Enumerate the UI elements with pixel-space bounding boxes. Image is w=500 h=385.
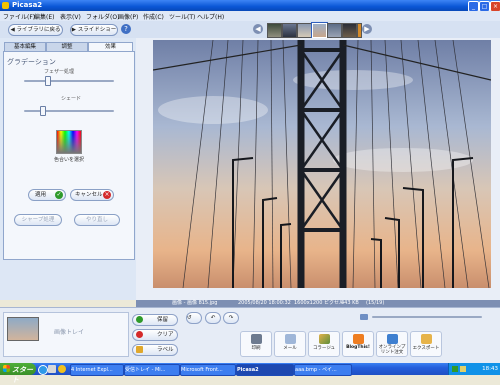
taskbar-item-paint[interactable]: aaa.bmp - ペイ... <box>294 364 352 376</box>
menu-folder[interactable]: フォルダ(O) <box>86 12 119 21</box>
prev-image-icon[interactable]: ◀ <box>253 24 263 34</box>
hold-button[interactable]: 保留 <box>132 314 178 326</box>
bridge-photo <box>153 40 491 288</box>
export-folder-icon <box>420 334 432 344</box>
menu-help[interactable]: ヘルプ(H) <box>197 12 224 21</box>
collage-icon <box>318 334 330 344</box>
help-icon[interactable]: ? <box>121 24 131 34</box>
clear-button[interactable]: クリア <box>132 329 178 341</box>
blogthis-button[interactable]: BlogThis! <box>342 331 374 357</box>
tray-empty-label: 画像トレイ <box>54 329 85 336</box>
color-picker-swatch[interactable] <box>56 130 82 154</box>
cancel-button[interactable]: キャンセル × <box>70 189 114 201</box>
taskbar-item-ie[interactable]: 4 Internet Expl... <box>70 364 124 376</box>
filmstrip-thumbnail[interactable] <box>357 23 362 38</box>
quicklaunch-icon[interactable] <box>48 365 56 373</box>
clock: 18:43 <box>482 366 498 372</box>
picasa-app-icon <box>2 2 9 9</box>
zoom-icon <box>360 314 368 320</box>
menu-tools[interactable]: ツール(T) <box>169 12 195 21</box>
mail-icon <box>284 334 296 344</box>
back-to-library-button[interactable]: ◀ ライブラリに戻る <box>8 24 63 36</box>
shade-slider[interactable] <box>24 110 114 112</box>
taskbar-item-outlook[interactable]: 受信トレイ - Mi... <box>124 364 180 376</box>
start-button[interactable]: スタート <box>0 363 36 384</box>
filmstrip-thumbnail[interactable] <box>267 23 282 38</box>
windows-logo-icon <box>3 365 10 372</box>
shade-slider-label: シェード <box>61 96 82 102</box>
status-filename: 画像 - 画像 815.jpg <box>172 300 218 306</box>
feather-slider[interactable] <box>24 80 114 82</box>
effects-panel: グラデーション フェザー処理 シェード 色合いを選択 適用 ✓ キャンセル × … <box>3 51 135 260</box>
taskbar-item-picasa[interactable]: Picasa2 <box>236 364 294 376</box>
status-size: 443 KB <box>341 300 359 306</box>
menu-edit[interactable]: 編集(E) <box>34 12 54 21</box>
effect-heading: グラデーション <box>7 58 56 66</box>
system-tray: 18:43 <box>448 363 500 375</box>
hold-icon <box>136 316 143 323</box>
quicklaunch-icon[interactable] <box>58 365 66 373</box>
menu-create[interactable]: 作成(C) <box>143 12 164 21</box>
blogger-icon <box>352 334 364 344</box>
menu-file[interactable]: ファイル(F) <box>3 12 35 21</box>
feather-slider-label: フェザー処理 <box>44 69 75 75</box>
print-button[interactable]: 印刷 <box>240 331 272 357</box>
sharpen-button: シャープ処理 <box>14 214 62 226</box>
filmstrip-thumbnail[interactable] <box>327 23 342 38</box>
filmstrip-thumbnail[interactable] <box>342 23 357 38</box>
status-date: 2005/08/20 18:00:32 <box>238 300 291 306</box>
apply-button[interactable]: 適用 ✓ <box>28 189 66 201</box>
filmstrip-thumbnail-selected[interactable] <box>311 22 328 39</box>
filmstrip-thumbnail[interactable] <box>297 23 312 38</box>
export-button[interactable]: エクスポート <box>410 331 442 357</box>
photo-image[interactable] <box>153 40 491 288</box>
rotate-left-button[interactable]: ↶ <box>205 312 221 324</box>
redo-button: やり直し <box>74 214 120 226</box>
tray-thumbnail[interactable] <box>7 317 39 341</box>
menu-view[interactable]: 表示(V) <box>60 12 81 21</box>
filmstrip-thumbnail[interactable] <box>282 23 297 38</box>
window-title: Picasa2 <box>12 1 43 9</box>
edit-panel: 基本編集 調整 効果 グラデーション フェザー処理 シェード 色合いを選択 適用… <box>0 38 136 300</box>
network-icon[interactable] <box>452 366 458 372</box>
status-dimensions: 1600x1200 ピクセル <box>294 300 344 306</box>
ie-quicklaunch-icon[interactable] <box>38 365 48 375</box>
status-bar: 画像 - 画像 815.jpg 2005/08/20 18:00:32 1600… <box>136 300 500 307</box>
label-button[interactable]: ラベル <box>132 344 178 356</box>
taskbar-item-frontpage[interactable]: Microsoft Front... <box>180 364 236 376</box>
printer-icon <box>250 334 262 344</box>
label-tag-icon <box>136 346 143 353</box>
feather-slider-thumb[interactable] <box>44 76 51 86</box>
photo-tray: 画像トレイ <box>3 312 129 357</box>
shade-slider-thumb[interactable] <box>40 106 46 116</box>
clear-icon <box>136 331 143 338</box>
status-index: (15/19) <box>366 300 385 306</box>
online-print-icon <box>386 334 398 344</box>
rotate-right-button[interactable]: ↷ <box>223 312 239 324</box>
color-picker-label: 色合いを選択 <box>54 157 85 163</box>
volume-icon[interactable] <box>460 366 466 372</box>
zoom-slider[interactable] <box>372 316 482 318</box>
rotate-left-icon[interactable]: ↺ <box>186 312 202 324</box>
toolbar: ◀ ライブラリに戻る ▶ スライドショー ? ◀ ▶ <box>0 21 500 38</box>
cancel-x-icon: × <box>103 191 111 199</box>
next-image-icon[interactable]: ▶ <box>362 24 372 34</box>
email-button[interactable]: メール <box>274 331 306 357</box>
slideshow-button[interactable]: ▶ スライドショー <box>70 24 118 36</box>
menu-image[interactable]: 画像(P) <box>118 12 138 21</box>
title-bar: Picasa2 _ □ × <box>0 0 500 12</box>
collage-button[interactable]: コラージュ <box>308 331 340 357</box>
check-icon: ✓ <box>55 191 63 199</box>
order-prints-button[interactable]: オンラインプリント注文 <box>376 331 408 357</box>
